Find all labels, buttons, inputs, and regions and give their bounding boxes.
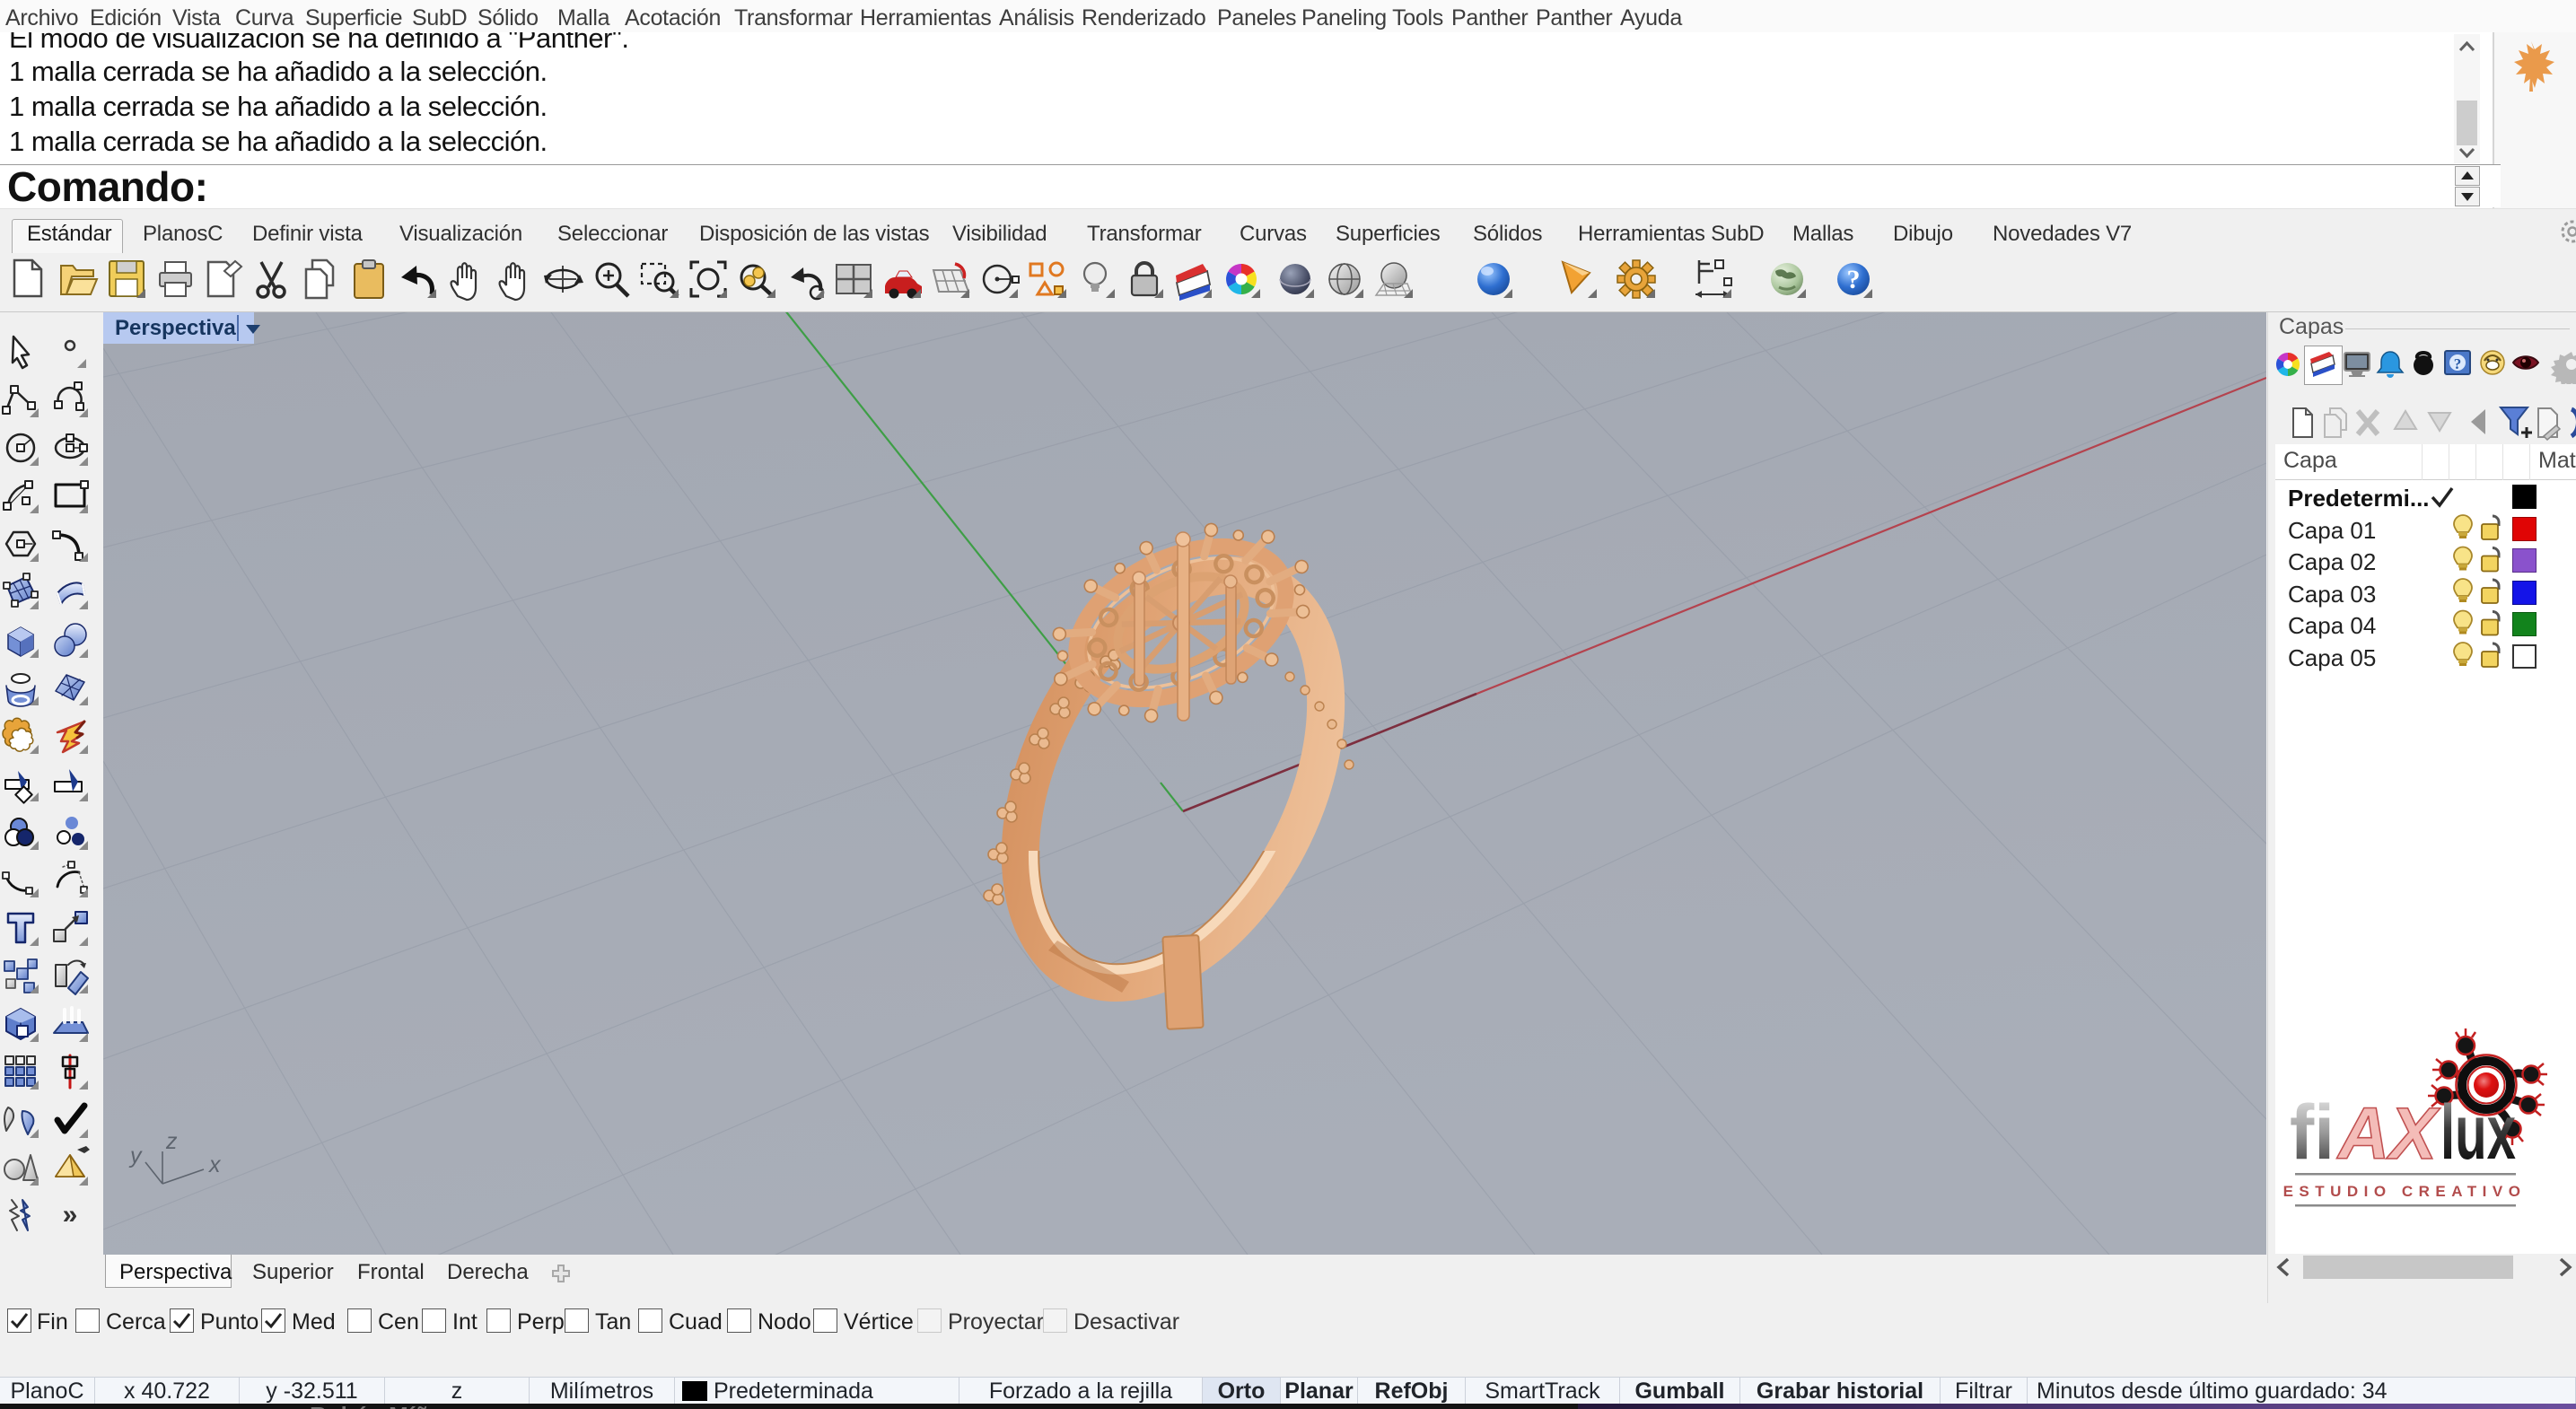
svg-text:fi: fi bbox=[2290, 1090, 2335, 1176]
svg-text:AX: AX bbox=[2336, 1093, 2440, 1175]
svg-text:x: x bbox=[208, 1152, 222, 1177]
svg-text:z: z bbox=[165, 1129, 178, 1154]
svg-text:?: ? bbox=[1847, 265, 1861, 294]
svg-text:y: y bbox=[128, 1143, 143, 1168]
svg-text:ESTUDIO CREATIVO: ESTUDIO CREATIVO bbox=[2283, 1183, 2527, 1200]
svg-text:»: » bbox=[63, 1200, 78, 1230]
svg-text:lux: lux bbox=[2440, 1090, 2516, 1176]
svg-text:?: ? bbox=[2454, 355, 2462, 372]
